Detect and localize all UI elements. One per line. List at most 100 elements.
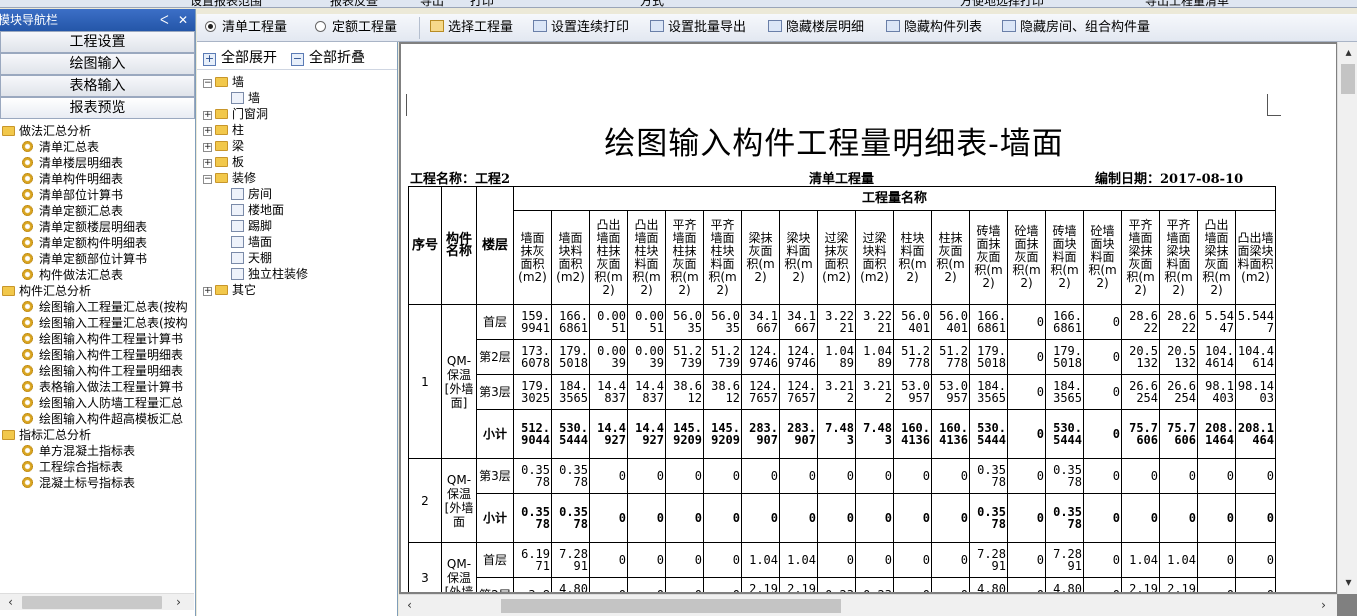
tree-item[interactable]: 绘图输入构件工程量明细表 — [0, 363, 196, 379]
component-tree-node[interactable]: 楼地面 — [201, 202, 308, 218]
nav-button-project-settings[interactable]: 工程设置 — [0, 31, 195, 53]
component-tree-node[interactable]: − 墙 — [201, 74, 308, 90]
tree-label: 柱 — [232, 123, 245, 137]
scroll-up-arrow-icon[interactable]: ▴ — [1340, 44, 1357, 61]
tree-folder[interactable]: 做法汇总分析 — [0, 123, 196, 139]
continuous-print-button[interactable]: 设置连续打印 — [533, 18, 629, 38]
nav-button-report-preview[interactable]: 报表预览 — [0, 97, 195, 119]
value-cell: 0 — [703, 493, 742, 543]
tree-label: 表格输入做法工程量计算书 — [39, 380, 184, 394]
report-gear-icon — [22, 301, 33, 312]
collapse-all-button[interactable]: − 全部折叠 — [291, 47, 365, 67]
tree-item[interactable]: 绘图输入构件工程量明细表 — [0, 347, 196, 363]
report-vertical-scrollbar[interactable]: ▴ ▾ — [1337, 42, 1357, 594]
value-cell: 0 — [1083, 493, 1122, 543]
header-quantity-column: 墙面块料面积(m2) — [551, 210, 590, 305]
scroll-right-arrow-icon[interactable]: › — [170, 594, 187, 611]
top-toolbar-cut-7[interactable]: 导出工程量清单 — [1145, 0, 1229, 7]
value-cell: 0 — [665, 493, 704, 543]
tree-item[interactable]: 表格输入做法工程量计算书 — [0, 379, 196, 395]
expand-icon[interactable]: + — [203, 127, 212, 136]
tree-item[interactable]: 清单汇总表 — [0, 139, 196, 155]
export-icon — [650, 20, 664, 32]
continuous-print-label: 设置连续打印 — [551, 20, 630, 35]
tree-item[interactable]: 工程综合指标表 — [0, 459, 196, 475]
component-tree-node[interactable]: 踢脚 — [201, 218, 308, 234]
hide-component-list-button[interactable]: 隐藏构件列表 — [886, 18, 982, 38]
left-horizontal-scrollbar[interactable]: ‹ › — [0, 593, 194, 610]
component-tree-node[interactable]: 天棚 — [201, 250, 308, 266]
table-row: 第2层 173.6078 179.5018 0.0039 0.0039 51.2739 51… — [409, 339, 1276, 375]
pin-icon[interactable]: ᐸ — [160, 9, 169, 31]
component-tree-node[interactable]: + 柱 — [201, 122, 308, 138]
tree-item[interactable]: 清单定额楼层明细表 — [0, 219, 196, 235]
top-toolbar-cut-3[interactable]: 导出 — [420, 0, 444, 7]
tree-item[interactable]: 绘图输入工程量汇总表(按构 — [0, 315, 196, 331]
header-quantity-column: 平齐墙面柱块料面积(m2) — [703, 210, 742, 305]
tree-item[interactable]: 绘图输入构件超高模板汇总 — [0, 411, 196, 427]
value-cell: 98.1403 — [1197, 374, 1236, 410]
top-toolbar-cut-5[interactable]: 方式 — [640, 0, 664, 7]
tree-folder[interactable]: 构件汇总分析 — [0, 283, 196, 299]
report-toolbar: 清单工程量 定额工程量 选择工程量 设置连续打印 设置批量导出 隐藏楼层明细 隐… — [197, 14, 1357, 42]
tree-item[interactable]: 构件做法汇总表 — [0, 267, 196, 283]
horizontal-scroll-thumb[interactable] — [501, 599, 841, 613]
hide-floor-detail-button[interactable]: 隐藏楼层明细 — [768, 18, 864, 38]
component-tree-node[interactable]: + 其它 — [201, 282, 308, 298]
report-horizontal-scrollbar[interactable]: ‹ › — [399, 594, 1337, 616]
component-tree-node[interactable]: + 门窗洞 — [201, 106, 308, 122]
expand-icon[interactable]: + — [203, 287, 212, 296]
value-cell: 7.2891 — [1045, 542, 1084, 578]
tree-item[interactable]: 清单楼层明细表 — [0, 155, 196, 171]
collapse-icon[interactable]: − — [203, 175, 212, 184]
tree-folder[interactable]: 指标汇总分析 — [0, 427, 196, 443]
scroll-right-arrow-icon[interactable]: › — [1315, 597, 1332, 614]
radio-bill-quantity[interactable]: 清单工程量 — [205, 18, 287, 38]
scroll-down-arrow-icon[interactable]: ▾ — [1340, 574, 1357, 591]
batch-export-button[interactable]: 设置批量导出 — [650, 18, 746, 38]
collapse-icon[interactable]: − — [203, 79, 212, 88]
hide-room-button[interactable]: 隐藏房间、组合构件量 — [1002, 18, 1150, 38]
tree-item[interactable]: 混凝土标号指标表 — [0, 475, 196, 491]
select-quantity-button[interactable]: 选择工程量 — [430, 18, 513, 38]
nav-button-drawing-input[interactable]: 绘图输入 — [0, 53, 195, 75]
component-tree-node[interactable]: 墙 — [201, 90, 308, 106]
tree-item[interactable]: 清单定额汇总表 — [0, 203, 196, 219]
tree-item[interactable]: 清单构件明细表 — [0, 171, 196, 187]
tree-item[interactable]: 绘图输入人防墙工程量汇总 — [0, 395, 196, 411]
top-toolbar-cut-1[interactable]: 设置报表范围 — [190, 0, 262, 7]
component-tree-node[interactable]: 房间 — [201, 186, 308, 202]
expand-icon[interactable]: + — [203, 159, 212, 168]
top-toolbar-cut-4[interactable]: 打印 — [470, 0, 494, 7]
component-tree-node[interactable]: + 梁 — [201, 138, 308, 154]
value-cell: 104.4614 — [1197, 339, 1236, 375]
value-cell: 159.9941 — [513, 304, 552, 340]
nav-button-table-input[interactable]: 表格输入 — [0, 75, 195, 97]
component-tree-node[interactable]: 独立柱装修 — [201, 266, 308, 282]
value-cell: 4.808 — [1045, 577, 1084, 592]
value-cell: 0 — [665, 577, 704, 592]
tree-item[interactable]: 清单定额构件明细表 — [0, 235, 196, 251]
scroll-left-arrow-icon[interactable]: ‹ — [2, 594, 19, 611]
component-tree-node[interactable]: + 板 — [201, 154, 308, 170]
radio-quota-quantity[interactable]: 定额工程量 — [315, 18, 397, 38]
expand-icon[interactable]: + — [203, 111, 212, 120]
tree-item[interactable]: 清单部位计算书 — [0, 187, 196, 203]
tree-item[interactable]: 清单定额部位计算书 — [0, 251, 196, 267]
expand-icon[interactable]: + — [203, 143, 212, 152]
component-tree-node[interactable]: 墙面 — [201, 234, 308, 250]
scroll-thumb[interactable] — [22, 596, 162, 609]
tree-item[interactable]: 绘图输入构件工程量计算书 — [0, 331, 196, 347]
component-tree-node[interactable]: − 装修 — [201, 170, 308, 186]
header-quantity-column: 砼墙面块料面积(m2) — [1083, 210, 1122, 305]
value-cell: 3.212 — [855, 374, 894, 410]
close-icon[interactable]: ✕ — [178, 9, 188, 31]
vertical-scroll-thumb[interactable] — [1341, 64, 1355, 94]
tree-item[interactable]: 单方混凝土指标表 — [0, 443, 196, 459]
scroll-left-arrow-icon[interactable]: ‹ — [401, 597, 418, 614]
tree-item[interactable]: 绘图输入工程量汇总表(按构 — [0, 299, 196, 315]
top-toolbar-cut-2[interactable]: 报表反查 — [330, 0, 378, 7]
top-toolbar-cut-6[interactable]: 方便地选择打印 — [960, 0, 1044, 7]
value-cell: 0 — [1007, 304, 1046, 340]
expand-all-button[interactable]: + 全部展开 — [203, 47, 277, 67]
